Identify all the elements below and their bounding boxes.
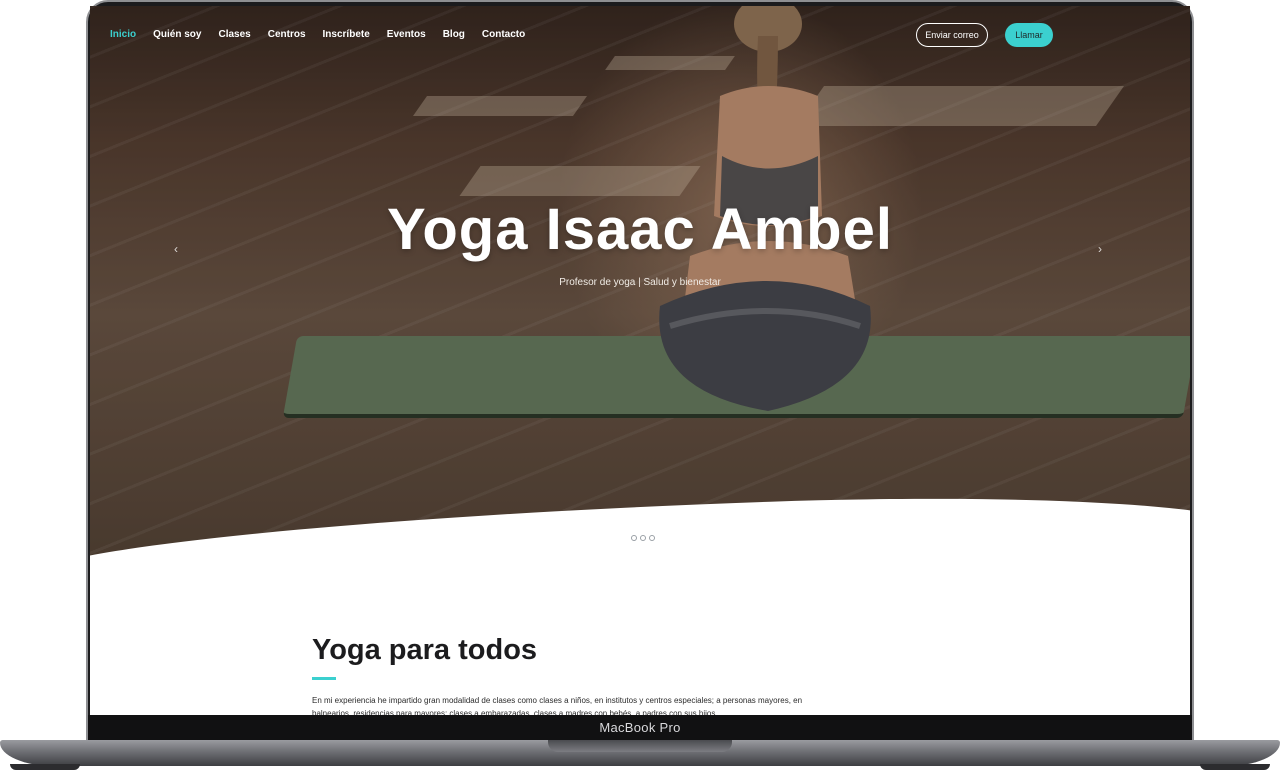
- hero-subtitle: Profesor de yoga | Salud y bienestar: [559, 277, 721, 288]
- slider-dot-4[interactable]: [649, 535, 655, 541]
- nav-item-centros[interactable]: Centros: [268, 28, 306, 42]
- nav-item-contacto[interactable]: Contacto: [482, 28, 525, 42]
- slider-dot-1[interactable]: [622, 535, 628, 541]
- nav-item-clases[interactable]: Clases: [218, 28, 250, 42]
- section-title: Yoga para todos: [312, 634, 538, 666]
- model-label: MacBook Pro: [599, 720, 681, 735]
- nav-item-quien-soy[interactable]: Quién soy: [153, 28, 201, 42]
- nav-item-eventos[interactable]: Eventos: [387, 28, 426, 42]
- title-underline: [312, 677, 336, 680]
- nav-item-inscribete[interactable]: Inscríbete: [323, 28, 370, 42]
- hero-slider: Inicio Quién soy Clases Centros Inscríbe…: [90, 6, 1190, 566]
- nav-item-blog[interactable]: Blog: [443, 28, 465, 42]
- chevron-left-icon[interactable]: ‹: [174, 242, 178, 256]
- hero-title: Yoga Isaac Ambel: [387, 197, 893, 262]
- main-nav: Inicio Quién soy Clases Centros Inscríbe…: [110, 28, 525, 42]
- browser-viewport: Inicio Quién soy Clases Centros Inscríbe…: [90, 6, 1190, 715]
- slider-pagination: [622, 535, 655, 541]
- laptop-foot: [1200, 764, 1270, 770]
- slider-dot-3[interactable]: [640, 535, 646, 541]
- send-email-button[interactable]: Enviar correo: [916, 23, 988, 47]
- laptop-foot: [10, 764, 80, 770]
- laptop-notch: [548, 740, 732, 752]
- intro-paragraph: En mi experiencia he impartido gran moda…: [312, 696, 803, 715]
- laptop-frame: Inicio Quién soy Clases Centros Inscríbe…: [0, 0, 1280, 779]
- chevron-right-icon[interactable]: ›: [1098, 242, 1102, 256]
- nav-item-inicio[interactable]: Inicio: [110, 28, 136, 42]
- call-button[interactable]: Llamar: [1005, 23, 1053, 47]
- laptop-bottom-bezel: MacBook Pro: [88, 715, 1192, 741]
- slider-dot-2[interactable]: [631, 535, 637, 541]
